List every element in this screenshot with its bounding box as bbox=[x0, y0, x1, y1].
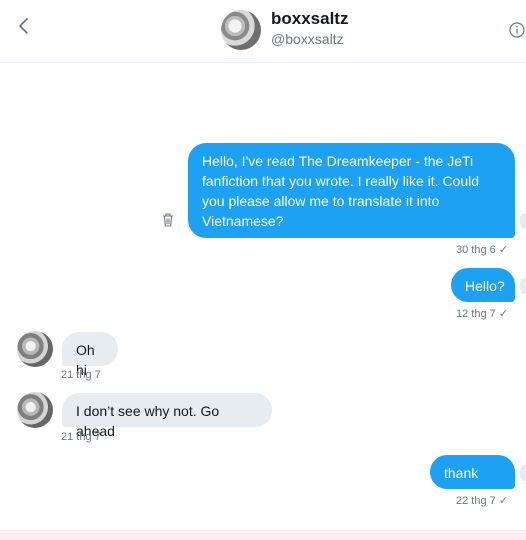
chevron-left-icon[interactable] bbox=[14, 14, 34, 38]
partial-bubble-edge bbox=[520, 278, 526, 294]
info-icon[interactable] bbox=[509, 22, 525, 38]
avatar[interactable] bbox=[221, 10, 261, 50]
contact-name[interactable]: boxxsaltz bbox=[271, 9, 348, 29]
contact-handle[interactable]: @boxxsaltz bbox=[271, 31, 344, 47]
composer-strip bbox=[0, 530, 526, 540]
partial-bubble-edge bbox=[520, 465, 526, 481]
avatar[interactable] bbox=[17, 331, 53, 367]
avatar[interactable] bbox=[17, 392, 53, 428]
message-timestamp: 12 thg 7 ✓ bbox=[456, 308, 509, 320]
message-timestamp: 30 thg 6 ✓ bbox=[456, 244, 509, 256]
message-timestamp: 22 thg 7 ✓ bbox=[456, 495, 509, 507]
message-bubble-incoming[interactable]: Oh hi bbox=[62, 332, 118, 378]
message-timestamp: 21 thg 7 bbox=[61, 431, 101, 443]
message-bubble-outgoing[interactable]: Hello? bbox=[451, 268, 515, 302]
conversation-header: boxxsaltz @boxxsaltz bbox=[0, 0, 526, 63]
trash-icon[interactable] bbox=[161, 212, 175, 228]
message-bubble-incoming[interactable]: I don’t see why not. Go ahead bbox=[62, 393, 272, 439]
partial-bubble-edge bbox=[520, 213, 526, 229]
message-timestamp: 21 thg 7 bbox=[61, 369, 101, 381]
message-bubble-outgoing[interactable]: thank you bbox=[430, 455, 515, 501]
message-bubble-outgoing[interactable]: Hello, I've read The Dreamkeeper - the J… bbox=[188, 143, 515, 238]
